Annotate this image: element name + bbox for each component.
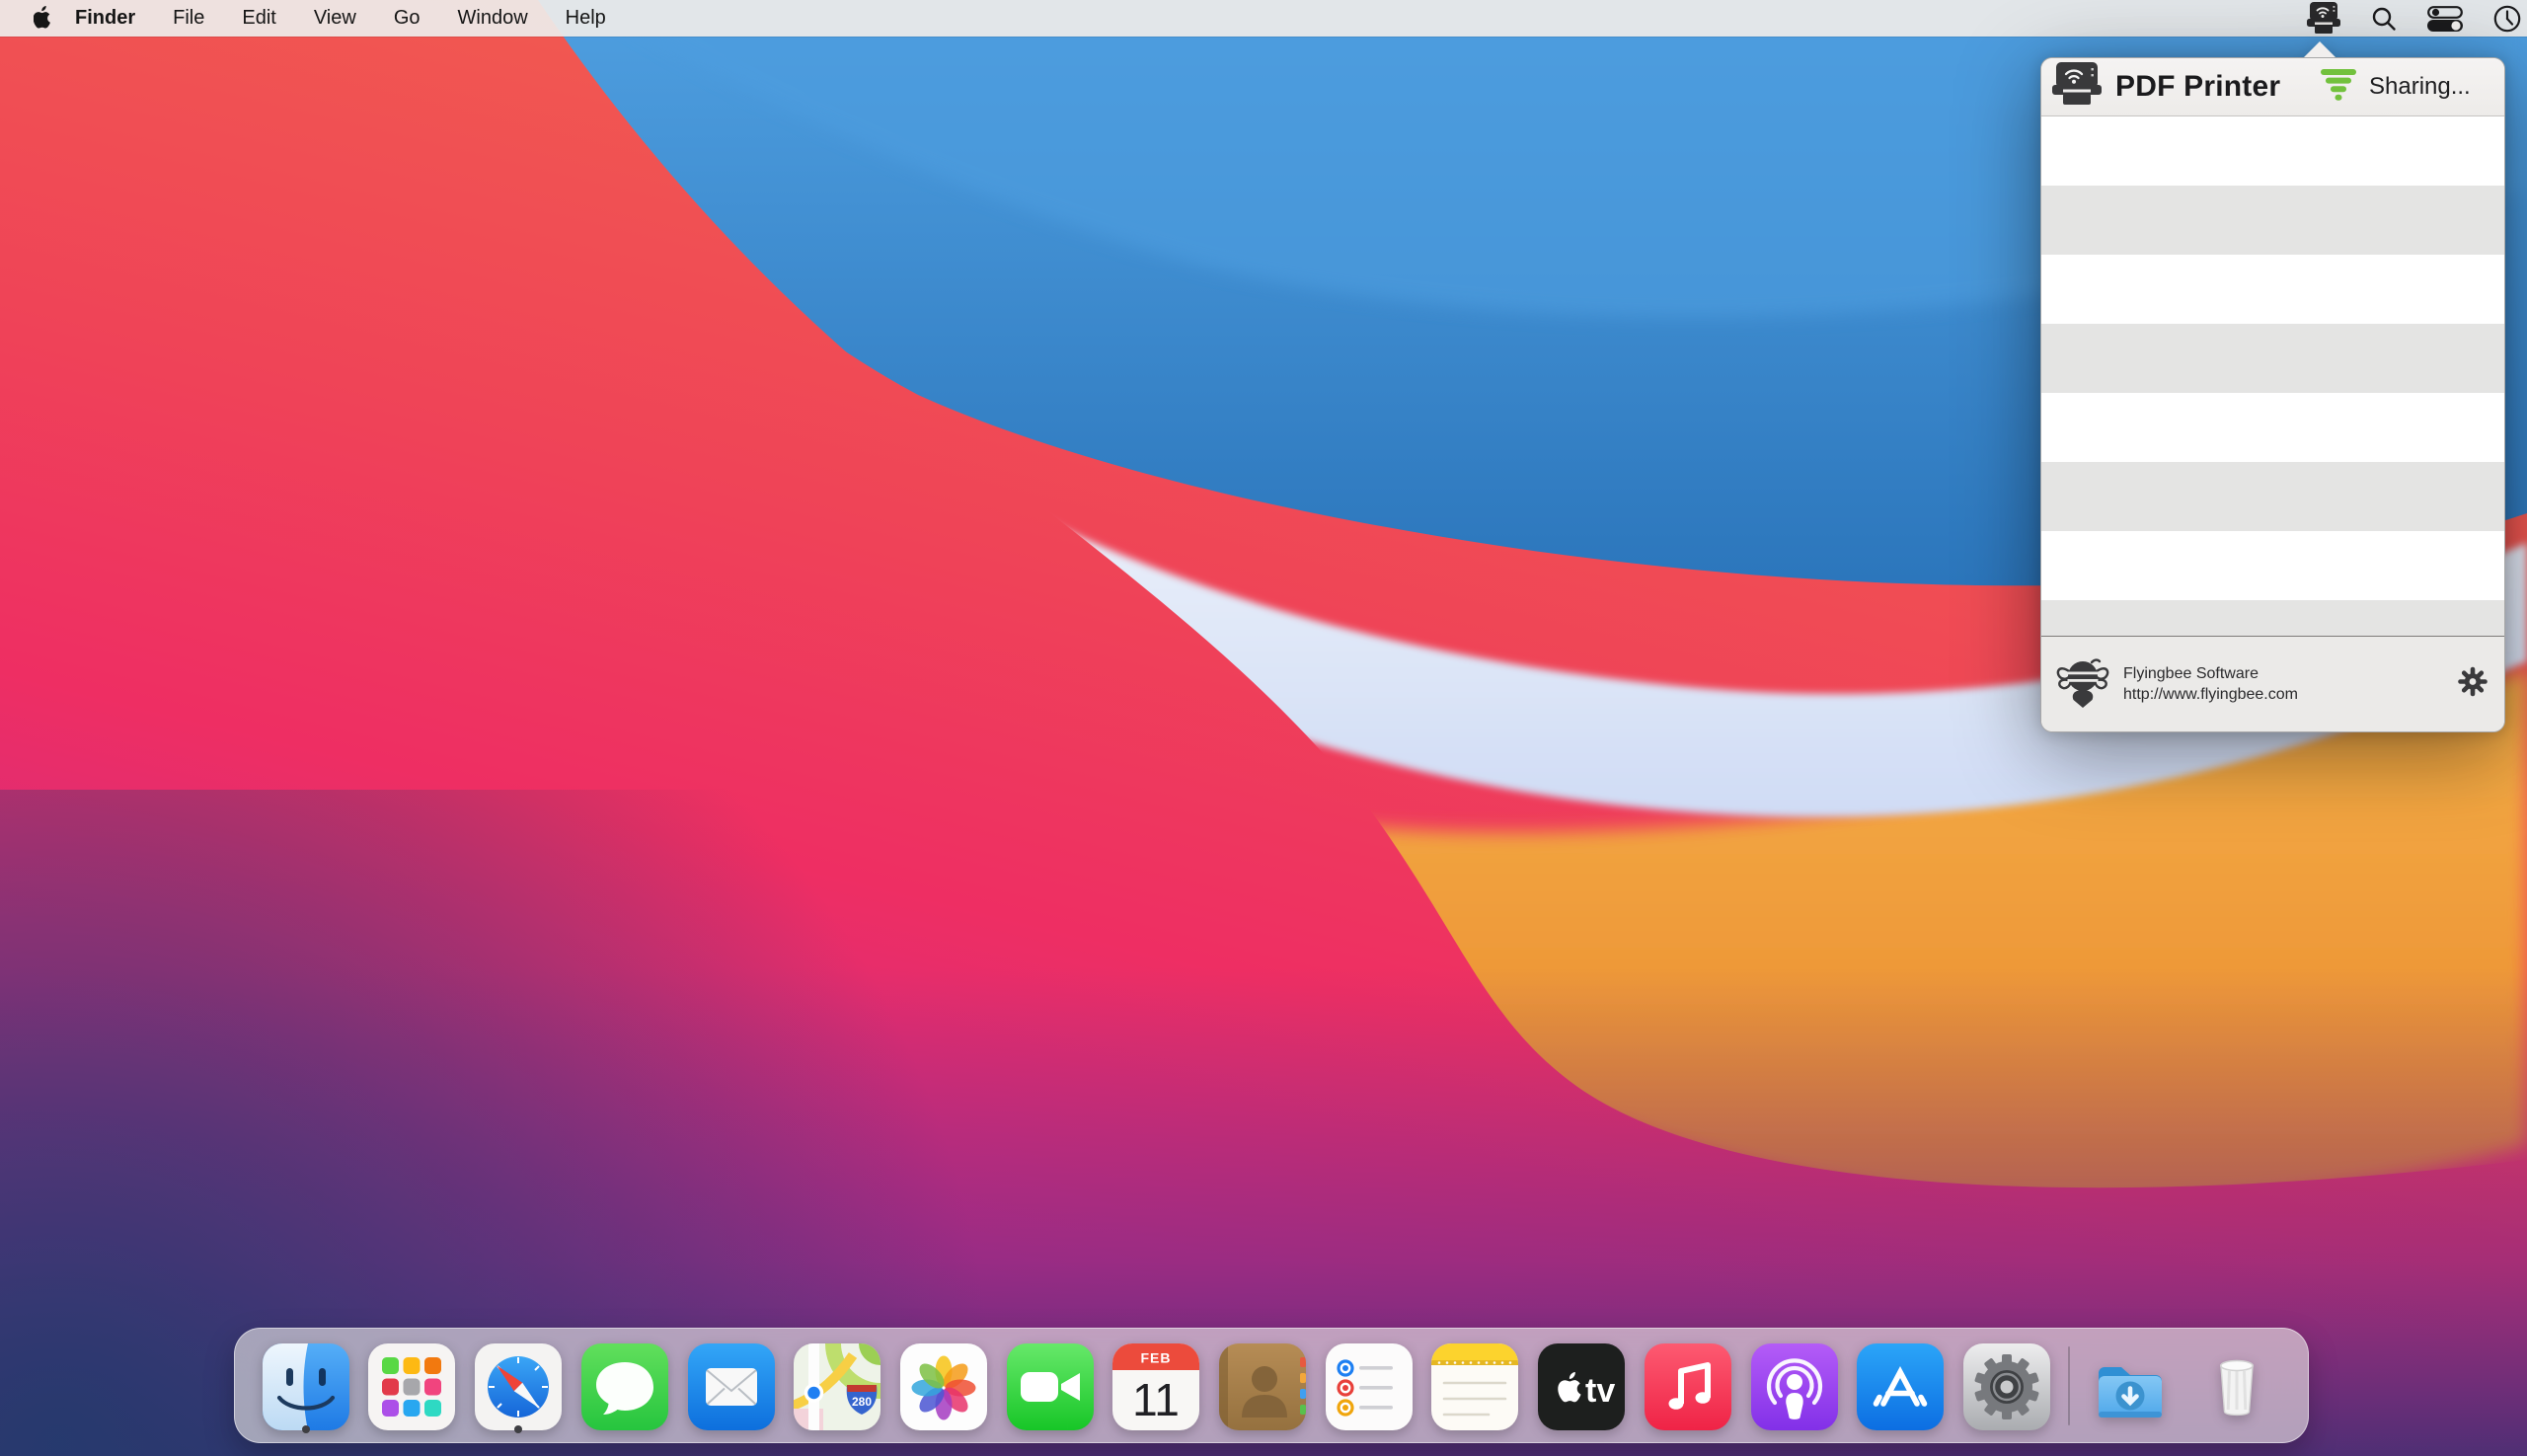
maps-route-badge: 280: [852, 1395, 872, 1409]
pdf-printer-popover: PDF Printer Sharing...: [2040, 57, 2505, 732]
clock-icon[interactable]: [2493, 0, 2521, 37]
popover-title: PDF Printer: [2115, 70, 2280, 104]
vendor-url: http://www.flyingbee.com: [2123, 684, 2298, 705]
dock-separator: [2068, 1346, 2070, 1425]
flyingbee-logo-icon: [2054, 654, 2111, 715]
dock-item-system-preferences[interactable]: [1961, 1337, 2052, 1435]
queue-row: [2041, 255, 2504, 324]
menu-item-view[interactable]: View: [295, 7, 375, 30]
print-queue-list: [2041, 116, 2504, 639]
menu-item-window[interactable]: Window: [439, 7, 547, 30]
dock-item-apple-tv[interactable]: tv: [1536, 1337, 1627, 1435]
queue-row: [2041, 393, 2504, 462]
dock-item-calendar[interactable]: FEB 11: [1110, 1337, 1201, 1435]
dock-item-podcasts[interactable]: [1749, 1337, 1840, 1435]
queue-row: [2041, 116, 2504, 186]
gear-icon[interactable]: [2458, 667, 2488, 702]
tv-logo-label: tv: [1585, 1372, 1615, 1410]
popover-header: PDF Printer Sharing...: [2041, 58, 2504, 116]
menu-bar: Finder File Edit View Go Window Help: [0, 0, 2527, 37]
vendor-name: Flyingbee Software: [2123, 663, 2298, 684]
menu-item-go[interactable]: Go: [375, 7, 439, 30]
spotlight-search-icon[interactable]: [2371, 0, 2397, 37]
calendar-month-label: FEB: [1141, 1349, 1172, 1365]
dock-item-photos[interactable]: [898, 1337, 989, 1435]
printer-wifi-icon: [2052, 62, 2102, 113]
dock-item-notes[interactable]: [1429, 1337, 1520, 1435]
popover-footer: Flyingbee Software http://www.flyingbee.…: [2041, 636, 2504, 731]
dock-item-trash[interactable]: [2191, 1337, 2282, 1435]
running-indicator-safari: [514, 1425, 522, 1433]
queue-row: [2041, 600, 2504, 639]
dock-item-mail[interactable]: [686, 1337, 777, 1435]
wifi-signal-green-icon: [2321, 69, 2356, 106]
menu-item-file[interactable]: File: [154, 7, 223, 30]
dock-item-safari[interactable]: [473, 1337, 564, 1435]
menu-item-edit[interactable]: Edit: [223, 7, 294, 30]
menu-item-finder[interactable]: Finder: [56, 7, 154, 30]
dock-item-finder[interactable]: [261, 1337, 351, 1435]
queue-row: [2041, 531, 2504, 600]
dock-item-messages[interactable]: [579, 1337, 670, 1435]
queue-row: [2041, 186, 2504, 255]
dock-item-contacts[interactable]: [1217, 1337, 1308, 1435]
dock: 280: [234, 1328, 2309, 1443]
apple-menu-icon[interactable]: [34, 6, 54, 31]
dock-item-reminders[interactable]: [1324, 1337, 1415, 1435]
dock-item-maps[interactable]: 280: [792, 1337, 882, 1435]
calendar-day-label: 11: [1132, 1374, 1180, 1425]
dock-item-launchpad[interactable]: [366, 1337, 457, 1435]
queue-row: [2041, 324, 2504, 393]
dock-item-music[interactable]: [1643, 1337, 1733, 1435]
pdf-printer-menu-icon[interactable]: [2307, 0, 2340, 37]
dock-item-downloads[interactable]: [2085, 1337, 2176, 1435]
menu-item-help[interactable]: Help: [547, 7, 625, 30]
running-indicator-finder: [302, 1425, 310, 1433]
control-center-icon[interactable]: [2427, 0, 2463, 37]
sharing-status-label: Sharing...: [2369, 73, 2471, 101]
dock-item-app-store[interactable]: [1855, 1337, 1946, 1435]
dock-item-facetime[interactable]: [1005, 1337, 1096, 1435]
queue-row: [2041, 462, 2504, 531]
